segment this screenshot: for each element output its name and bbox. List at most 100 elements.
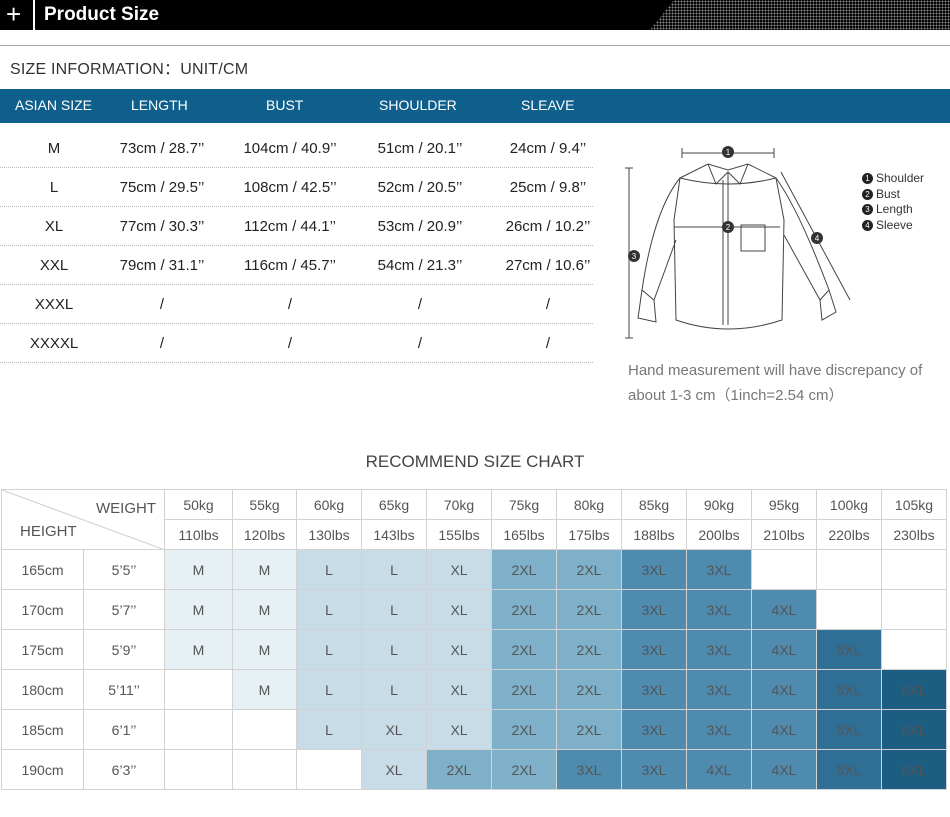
weight-lbs-header: 210lbs [751,519,817,550]
size-cell: 5XL [816,629,882,670]
cell-shoulder: 51cm / 20.1’’ [377,140,463,157]
cell-bust: 112cm / 44.1’’ [244,218,336,235]
size-table-row: XXXXL / / / / [0,323,593,363]
cell-size: M [47,140,61,157]
recommend-title: RECOMMEND SIZE CHART [365,452,585,471]
weight-lbs-header: 220lbs [816,519,882,550]
weight-lbs-header: 188lbs [621,519,687,550]
weight-lbs-header: 110lbs [164,519,233,550]
cell-size: XXXL [34,296,74,313]
weight-label: WEIGHT [96,500,156,517]
page-title: Product Size [44,4,160,25]
size-cell: 2XL [491,549,557,590]
weight-lbs-header: 165lbs [491,519,557,550]
size-cell: 4XL [751,669,817,710]
height-ft: 5’11’’ [83,669,165,710]
legend-item-length: 3 Length [862,202,924,218]
col-header-shoulder: SHOULDER [379,97,457,113]
size-chart-row: 180cm 5’11’’ M L L XL 2XL 2XL 3XL 3XL 4XL 5XL 5XL [1,669,947,710]
height-ft: 6’1’’ [83,709,165,750]
cell-bust: / [287,296,293,313]
size-cell [881,549,947,590]
size-cell: M [232,549,297,590]
cell-size: L [49,179,59,196]
size-cell: 4XL [751,709,817,750]
size-cell: 2XL [426,749,492,790]
weight-lbs-header: 120lbs [232,519,297,550]
weight-lbs-header: 175lbs [556,519,622,550]
size-cell: L [296,589,362,630]
size-cell: 3XL [621,749,687,790]
weight-height-corner: WEIGHT HEIGHT [1,489,165,550]
size-table-row: M 73cm / 28.7’’ 104cm / 40.9’’ 51cm / 20.1’… [0,128,593,168]
cell-shoulder: / [417,335,423,352]
size-cell: 2XL [556,669,622,710]
size-cell: L [361,669,427,710]
col-header-length: LENGTH [131,97,188,113]
cell-shoulder: 53cm / 20.9’’ [377,218,463,235]
height-ft: 5’5’’ [83,549,165,590]
size-table-row: XXXL / / / / [0,284,593,324]
size-table-row: XL 77cm / 30.3’’ 112cm / 44.1’’ 53cm / 20.9… [0,206,593,246]
weight-kg-header: 95kg [751,489,817,520]
size-cell: M [232,669,297,710]
cell-sleeve: 26cm / 10.2’’ [505,218,591,235]
size-cell: M [232,589,297,630]
size-cell: 5XL [816,669,882,710]
weight-kg-header: 85kg [621,489,687,520]
legend-item-bust: 2 Bust [862,187,924,203]
weight-kg-header: 80kg [556,489,622,520]
height-ft: 6’3’’ [83,749,165,790]
size-cell: XL [426,669,492,710]
size-cell [816,589,882,630]
size-chart-row: 185cm 6’1’’ L XL XL 2XL 2XL 3XL 3XL 4XL 5XL 5XL [1,709,947,750]
cell-length: 73cm / 28.7’’ [119,140,205,157]
col-header-sleeve: SLEAVE [521,97,575,113]
size-cell: 3XL [686,549,752,590]
size-cell: 4XL [751,589,817,630]
size-chart-row: 190cm 6’3’’ XL 2XL 2XL 3XL 3XL 4XL 4XL 5XL 5XL [1,749,947,790]
size-cell: L [296,629,362,670]
size-cell: 5XL [881,709,947,750]
marker-shoulder: 1 [726,148,731,157]
size-cell: XL [426,549,492,590]
legend-item-sleeve: 4 Sleeve [862,218,924,234]
size-cell: 3XL [686,589,752,630]
cell-bust: / [287,335,293,352]
size-cell: L [296,669,362,710]
size-cell: 4XL [751,629,817,670]
size-cell: 5XL [881,749,947,790]
size-cell: L [361,549,427,590]
plus-icon: + [6,0,22,29]
corner-diagonal [2,490,163,549]
cell-length: 77cm / 30.3’’ [119,218,205,235]
size-cell: M [164,629,233,670]
size-cell: 3XL [686,629,752,670]
size-cell: 3XL [621,629,687,670]
marker-sleeve: 4 [815,234,820,243]
size-cell [881,589,947,630]
size-cell: 3XL [621,709,687,750]
size-table-row: L 75cm / 29.5’’ 108cm / 42.5’’ 52cm / 20.5’… [0,167,593,207]
cell-bust: 116cm / 45.7’’ [244,257,336,274]
cell-size: XXL [39,257,69,274]
cell-sleeve: / [545,296,551,313]
cell-bust: 108cm / 42.5’’ [243,179,337,196]
size-cell: XL [361,749,427,790]
weight-kg-header: 70kg [426,489,492,520]
cell-shoulder: 54cm / 21.3’’ [377,257,463,274]
size-cell: 2XL [491,709,557,750]
size-cell: 3XL [686,709,752,750]
size-cell: 2XL [491,749,557,790]
recommend-size-table: WEIGHT HEIGHT 50kg 55kg 60kg 65kg 70kg 75kg 80kg… [1,489,947,790]
size-cell: XL [361,709,427,750]
size-cell: 2XL [556,709,622,750]
shirt-diagram: 1 2 3 4 [625,146,851,339]
size-cell: M [164,549,233,590]
cell-shoulder: 52cm / 20.5’’ [377,179,463,196]
weight-kg-header: 105kg [881,489,947,520]
size-cell: 5XL [881,669,947,710]
weight-lbs-header: 130lbs [296,519,362,550]
size-cell [164,709,233,750]
cell-shoulder: / [417,296,423,313]
